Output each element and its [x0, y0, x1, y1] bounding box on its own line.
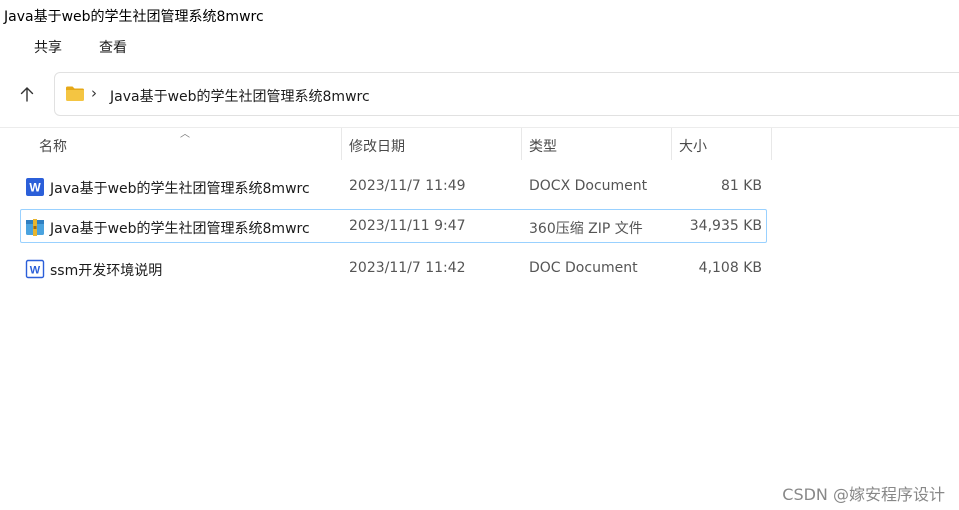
breadcrumb-path[interactable]: Java基于web的学生社团管理系统8mwrc [110, 86, 370, 106]
title-bar: Java基于web的学生社团管理系统8mwrc [0, 0, 959, 30]
word-docx-icon: W [26, 178, 44, 196]
svg-text:W: W [30, 265, 41, 277]
word-doc-icon: W [25, 259, 45, 279]
breadcrumb-chevron-icon: › [91, 84, 97, 102]
file-row[interactable]: W ssm开发环境说明 2023/11/7 11:42 DOC Document… [20, 251, 767, 285]
address-row: › Java基于web的学生社团管理系统8mwrc [0, 68, 959, 120]
file-date: 2023/11/7 11:42 [349, 260, 466, 276]
column-type[interactable]: 类型 [529, 136, 557, 156]
file-size: 81 KB [720, 178, 762, 194]
column-size[interactable]: 大小 [679, 136, 707, 156]
up-button[interactable] [10, 80, 44, 108]
file-type: DOCX Document [529, 178, 648, 194]
column-separator[interactable] [771, 128, 772, 160]
column-separator[interactable] [671, 128, 672, 160]
file-date: 2023/11/11 9:47 [349, 218, 466, 234]
column-name[interactable]: 名称 [39, 136, 67, 156]
file-size: 4,108 KB [698, 260, 762, 276]
file-type: DOC Document [529, 260, 638, 276]
column-header: ︿ 名称 修改日期 类型 大小 [0, 128, 959, 160]
watermark-text: CSDN @嫁安程序设计 [782, 485, 945, 504]
file-size: 34,935 KB [689, 218, 762, 234]
window-title: Java基于web的学生社团管理系统8mwrc [4, 9, 264, 25]
file-name: Java基于web的学生社团管理系统8mwrc [50, 181, 310, 197]
file-name: Java基于web的学生社团管理系统8mwrc [50, 221, 310, 237]
zip-archive-icon [26, 219, 44, 236]
sort-ascending-icon: ︿ [180, 129, 190, 140]
address-bar[interactable]: › Java基于web的学生社团管理系统8mwrc [54, 72, 959, 116]
file-type: 360压缩 ZIP 文件 [529, 221, 643, 237]
column-separator[interactable] [521, 128, 522, 160]
tab-share[interactable]: 共享 [34, 37, 62, 57]
file-name: ssm开发环境说明 [50, 263, 163, 279]
tab-view[interactable]: 查看 [99, 37, 127, 57]
file-row-selected[interactable]: Java基于web的学生社团管理系统8mwrc 2023/11/11 9:47 … [20, 209, 767, 243]
svg-text:W: W [29, 181, 41, 195]
column-separator[interactable] [341, 128, 342, 160]
column-date[interactable]: 修改日期 [349, 136, 405, 156]
up-arrow-icon [20, 87, 34, 102]
folder-icon [66, 86, 84, 101]
file-date: 2023/11/7 11:49 [349, 178, 466, 194]
ribbon: 共享 查看 [0, 30, 959, 60]
file-row[interactable]: W Java基于web的学生社团管理系统8mwrc 2023/11/7 11:4… [20, 169, 767, 203]
